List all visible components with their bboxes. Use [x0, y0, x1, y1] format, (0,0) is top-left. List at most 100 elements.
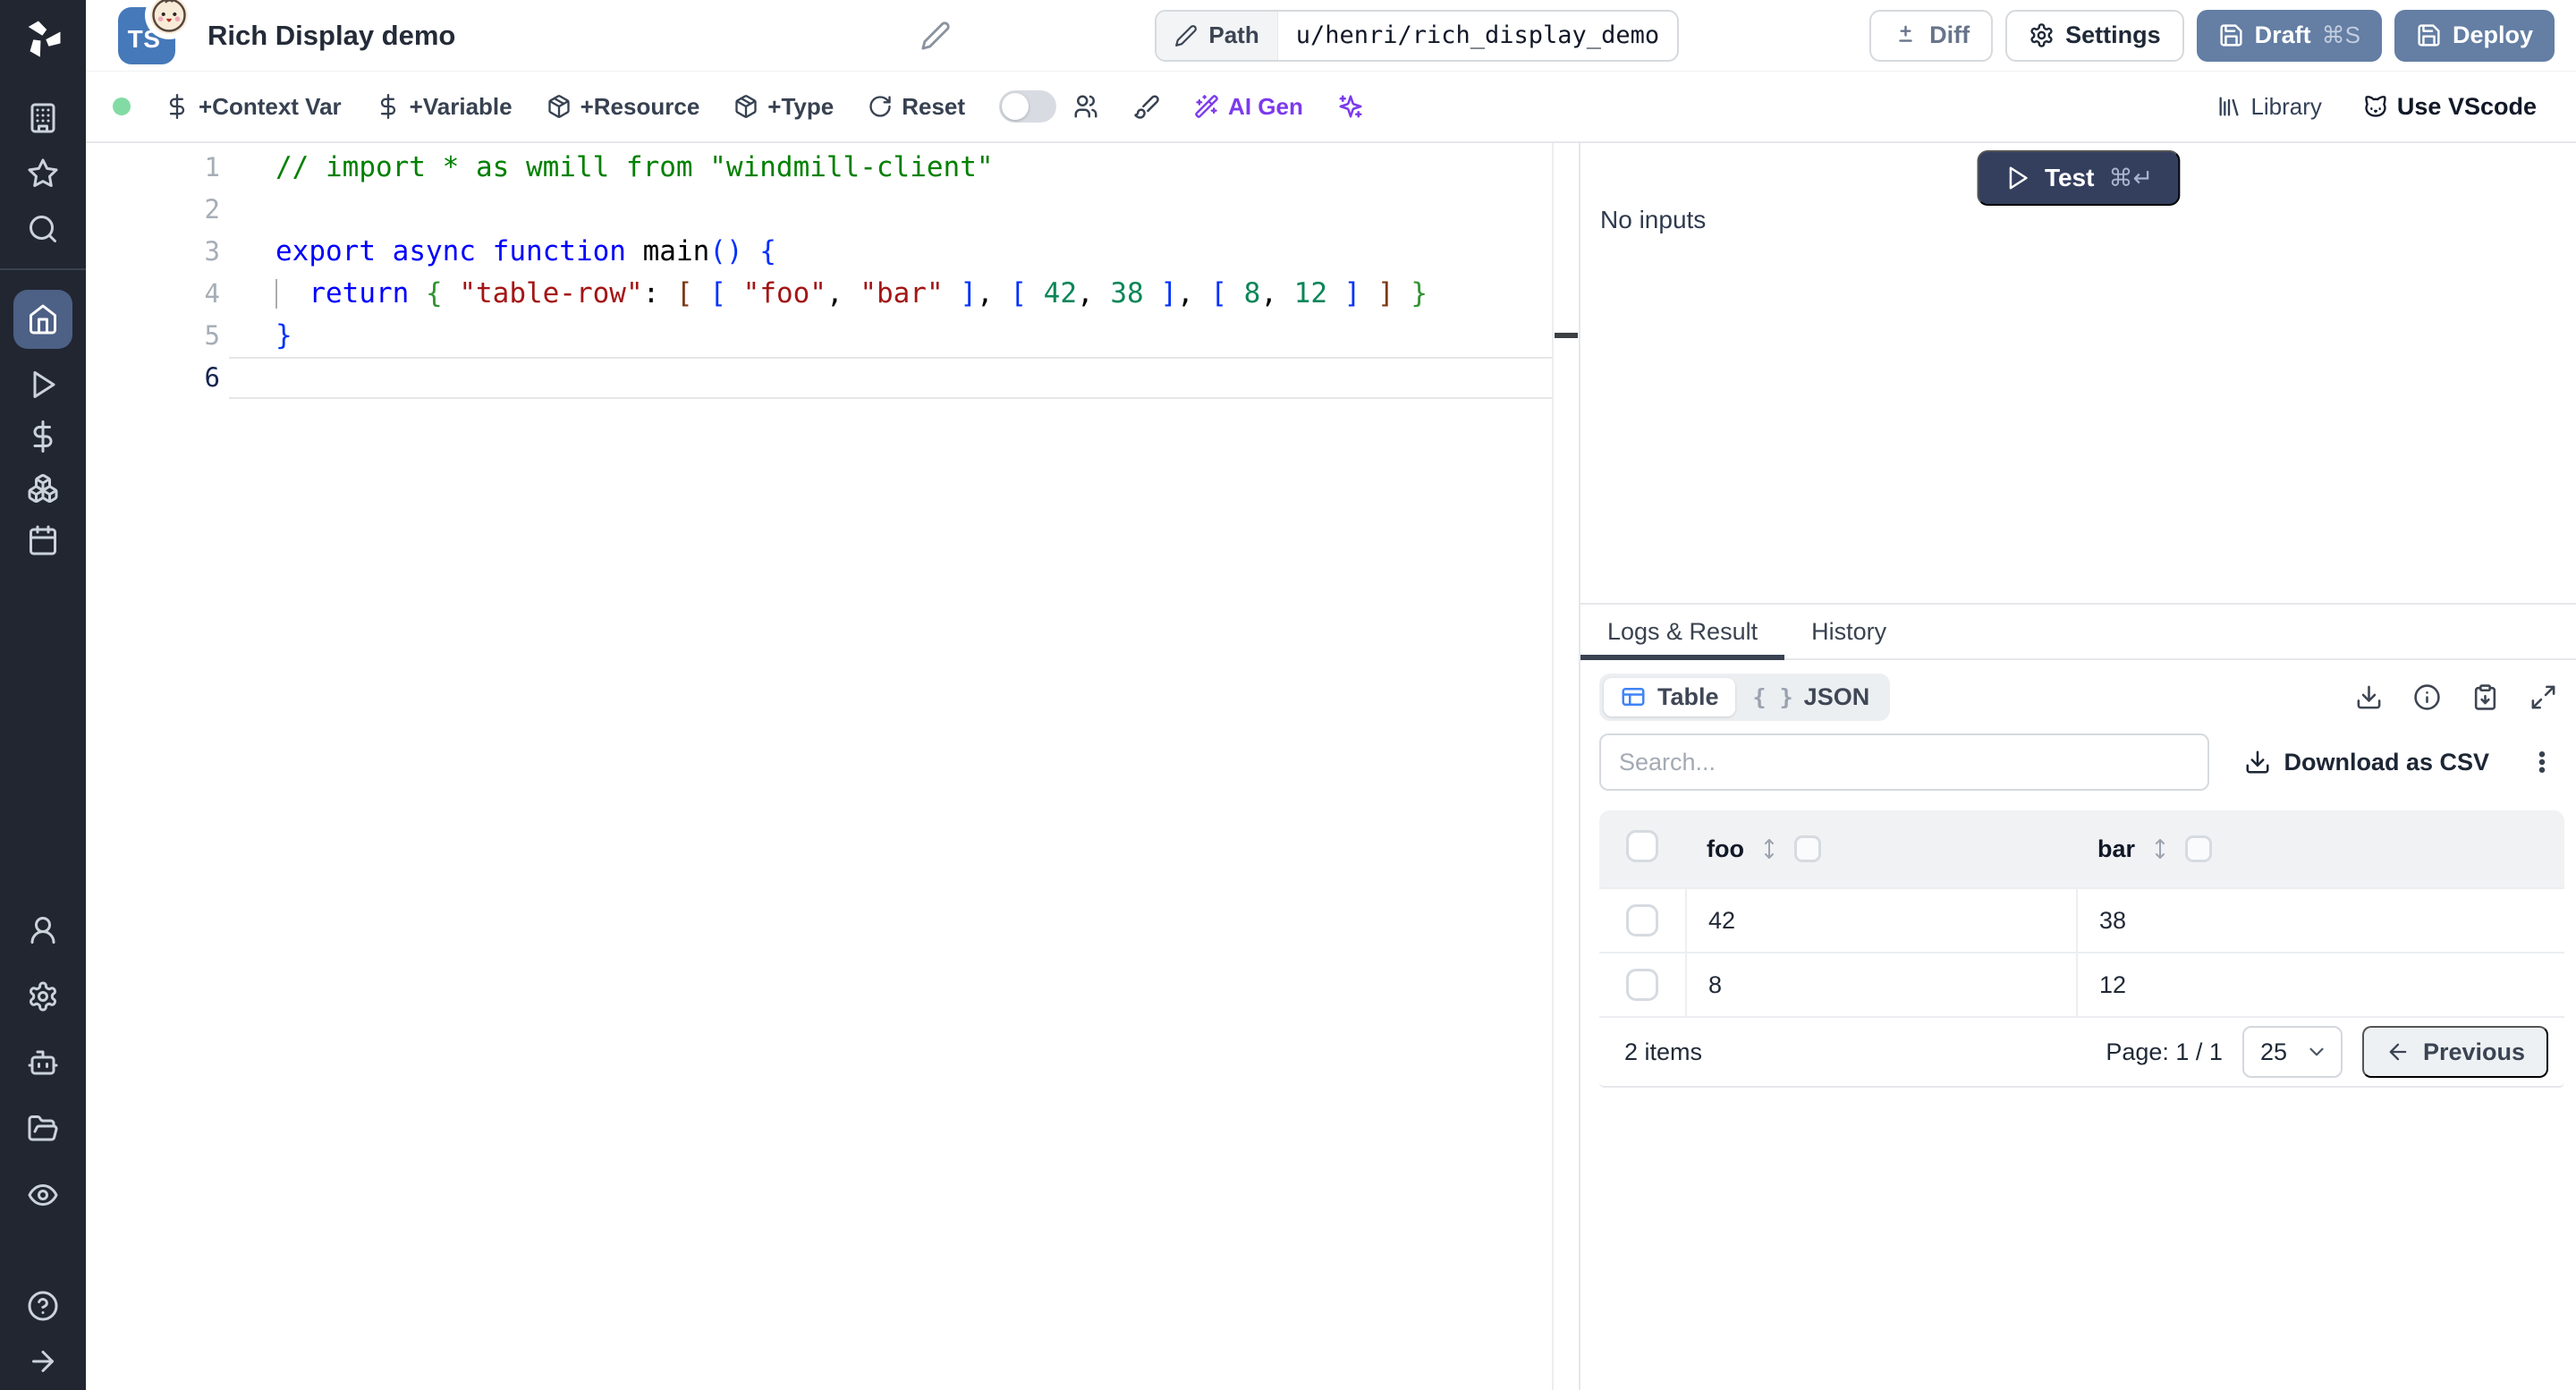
sort-icon[interactable]: [1758, 835, 1780, 862]
building-icon[interactable]: [27, 102, 59, 134]
ai-gen-button[interactable]: AI Gen: [1194, 93, 1303, 121]
table-cell: 8: [1685, 954, 2076, 1016]
reset-button[interactable]: Reset: [868, 93, 965, 121]
wand-icon: [1195, 95, 1218, 118]
variables-icon[interactable]: [27, 420, 59, 453]
page-indicator: Page: 1 / 1: [2106, 1038, 2223, 1065]
code-text[interactable]: export async function main() {: [229, 231, 1554, 273]
cat-icon: [2365, 96, 2386, 117]
info-icon[interactable]: [2413, 683, 2441, 711]
deploy-label: Deploy: [2452, 21, 2533, 48]
settings-button[interactable]: Settings: [2005, 9, 2184, 62]
draft-button[interactable]: Draft ⌘S: [2196, 9, 2382, 62]
add-variable-button[interactable]: +Variable: [376, 93, 513, 121]
code-text[interactable]: [229, 357, 1554, 399]
tab-logs-result[interactable]: Logs & Result: [1580, 605, 1785, 660]
schedules-icon[interactable]: [27, 524, 59, 556]
users-admin-icon[interactable]: [27, 914, 59, 946]
star-icon[interactable]: [27, 157, 59, 190]
column-toggle[interactable]: [1793, 835, 1821, 862]
view-json-button[interactable]: { } JSON: [1737, 678, 1886, 716]
status-dot: [113, 97, 131, 115]
sidebar-divider: [0, 268, 86, 270]
expand-sidebar-icon[interactable]: [27, 1345, 59, 1377]
package-icon: [735, 95, 757, 118]
settings-icon[interactable]: [27, 980, 59, 1013]
test-shortcut: ⌘↵: [2108, 164, 2154, 191]
path-value[interactable]: u/henri/rich_display_demo: [1278, 12, 1677, 60]
test-button[interactable]: Test ⌘↵: [1976, 150, 2181, 206]
code-text[interactable]: // import * as wmill from "windmill-clie…: [229, 147, 1554, 189]
folders-icon[interactable]: [27, 1113, 59, 1145]
path-label-segment[interactable]: Path: [1157, 11, 1278, 60]
sort-icon[interactable]: [2149, 835, 2171, 862]
code-line[interactable]: 1 // import * as wmill from "windmill-cli…: [86, 147, 1579, 189]
package-icon: [547, 95, 570, 118]
column-toggle[interactable]: [2185, 835, 2213, 862]
table-icon: [1622, 688, 1645, 706]
editor-scrollbar-cursor-mark: [1555, 333, 1578, 338]
edit-summary-pencil-icon[interactable]: [920, 21, 951, 51]
view-toggle: Table { } JSON: [1599, 673, 1891, 721]
table-cell: 42: [1685, 889, 2076, 952]
tab-history[interactable]: History: [1784, 605, 1913, 658]
help-icon[interactable]: [27, 1290, 59, 1322]
copy-clipboard-icon[interactable]: [2471, 683, 2499, 711]
dollar-icon: [380, 94, 395, 119]
run-and-results-panel: Test ⌘↵ No inputs Logs & Result History …: [1580, 143, 2576, 1390]
braces-icon: { }: [1752, 683, 1793, 710]
expand-icon[interactable]: [2529, 683, 2557, 711]
line-number: 2: [204, 194, 220, 225]
more-options-kebab-icon[interactable]: [2529, 749, 2555, 776]
editor-scrollbar-track[interactable]: [1552, 143, 1554, 1390]
resources-icon[interactable]: [27, 472, 59, 504]
line-number: 5: [204, 320, 220, 351]
sparkles-icon[interactable]: [1337, 93, 1364, 120]
use-vscode-button[interactable]: Use VScode: [2363, 93, 2537, 121]
library-icon: [2219, 97, 2239, 116]
format-brush-icon[interactable]: [1133, 93, 1160, 120]
code-line[interactable]: 5}: [86, 315, 1579, 357]
search-icon[interactable]: [27, 213, 59, 245]
search-input[interactable]: [1599, 733, 2209, 791]
download-result-icon[interactable]: [2355, 683, 2383, 711]
code-line[interactable]: 2: [86, 189, 1579, 231]
column-header-foo: foo: [1707, 835, 1744, 862]
workers-icon[interactable]: [27, 1047, 59, 1079]
users-icon[interactable]: [1072, 93, 1099, 120]
view-table-button[interactable]: Table: [1604, 677, 1735, 716]
result-tabs: Logs & Result History: [1580, 605, 2576, 660]
editor-toolbar: +Context Var +Variable +Resource +Type R…: [86, 72, 2576, 143]
add-resource-button[interactable]: +Resource: [547, 93, 699, 121]
code-line[interactable]: 3 export async function main() {: [86, 231, 1579, 273]
line-number: 6: [204, 362, 220, 393]
audit-logs-icon[interactable]: [27, 1179, 59, 1211]
code-line[interactable]: 4 return { "table-row": [ [ "foo", "bar"…: [86, 273, 1579, 315]
save-icon: [2418, 24, 2440, 47]
page-size-select[interactable]: 25: [2241, 1026, 2343, 1078]
runs-icon[interactable]: [27, 369, 59, 401]
previous-page-button[interactable]: Previous: [2361, 1026, 2548, 1078]
path-control[interactable]: Path u/henri/rich_display_demo: [1155, 9, 1680, 62]
add-context-var-button[interactable]: +Context Var: [165, 93, 342, 121]
row-checkbox[interactable]: [1626, 969, 1658, 1001]
code-line[interactable]: 6: [86, 357, 1579, 399]
sidebar-item-home[interactable]: [13, 290, 72, 349]
download-csv-button[interactable]: Download as CSV: [2244, 749, 2489, 776]
arrow-left-icon: [2389, 1043, 2407, 1061]
deploy-button[interactable]: Deploy: [2394, 9, 2555, 62]
diff-icon: [1899, 25, 1912, 42]
multiplayer-toggle[interactable]: [999, 90, 1057, 123]
row-checkbox[interactable]: [1626, 904, 1658, 937]
add-type-button[interactable]: +Type: [733, 93, 834, 121]
select-all-checkbox[interactable]: [1626, 829, 1658, 862]
table-row: 8 12: [1599, 952, 2564, 1016]
code-editor[interactable]: 1 // import * as wmill from "windmill-cli…: [86, 143, 1579, 1390]
column-header-bar: bar: [2097, 835, 2136, 862]
code-text[interactable]: [229, 189, 1554, 231]
code-text[interactable]: }: [229, 315, 1554, 357]
library-button[interactable]: Library: [2216, 93, 2322, 121]
code-text[interactable]: return { "table-row": [ [ "foo", "bar" ]…: [229, 273, 1554, 315]
diff-button[interactable]: Diff: [1869, 9, 1994, 62]
windmill-logo[interactable]: [20, 14, 66, 61]
